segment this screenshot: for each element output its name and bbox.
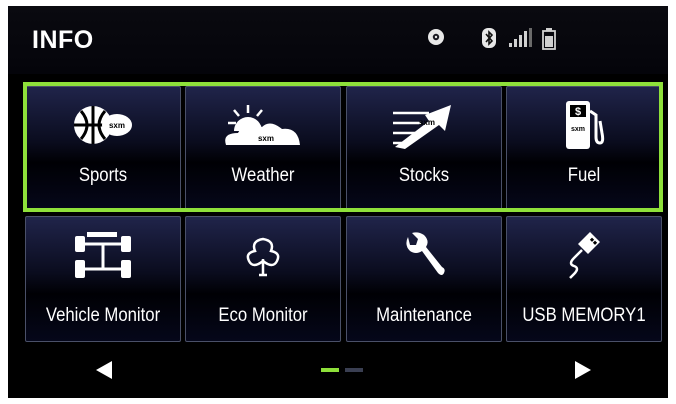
stocks-sxm-icon: sxm [347,93,501,157]
header-bar: INFO [8,6,668,74]
next-page-button[interactable] [563,352,603,392]
arrow-left-icon [94,360,114,385]
tile-weather[interactable]: sxm Weather [185,86,341,210]
tile-maintenance[interactable]: Maintenance [346,216,502,342]
tile-stocks[interactable]: sxm Stocks [346,86,502,210]
tile-usb-memory1[interactable]: USB MEMORY1 [506,216,662,342]
tile-eco-monitor[interactable]: Eco Monitor [185,216,341,342]
arrow-right-icon [573,360,593,385]
tile-label-stocks: Stocks [398,165,450,186]
svg-text:sxm: sxm [258,134,274,143]
sports-sxm-icon: sxm [26,93,180,157]
usb-icon [507,223,661,287]
svg-text:sxm: sxm [571,126,585,133]
tile-fuel[interactable]: $ sxm Fuel [506,86,662,210]
tile-label-maintenance: Maintenance [376,305,472,326]
battery-icon [542,28,556,55]
cd-icon [427,28,445,51]
signal-icon [509,28,533,53]
fuel-sxm-icon: $ sxm [507,93,661,157]
tile-label-usb-memory1: USB MEMORY1 [522,305,646,326]
tile-vehicle-monitor[interactable]: Vehicle Monitor [25,216,181,342]
page-title: INFO [32,26,94,54]
bluetooth-icon [482,28,496,53]
tile-label-vehicle-monitor: Vehicle Monitor [45,305,161,326]
maintenance-wrench-icon [347,223,501,287]
tile-label-sports: Sports [78,165,128,186]
info-screen: INFO sxm Sports sxm Weather sxm Stocks $… [8,6,668,398]
svg-text:sxm: sxm [109,121,125,130]
vehicle-monitor-icon [26,223,180,287]
page-indicator-2 [345,368,363,372]
tile-label-weather: Weather [231,165,295,186]
page-indicator-1 [321,368,339,372]
tile-sports[interactable]: sxm Sports [25,86,181,210]
svg-text:$: $ [575,106,581,118]
weather-sxm-icon: sxm [186,93,340,157]
tile-label-fuel: Fuel [567,165,601,186]
tile-label-eco-monitor: Eco Monitor [218,305,308,326]
prev-page-button[interactable] [84,352,124,392]
svg-text:sxm: sxm [419,118,435,127]
eco-monitor-icon [186,223,340,287]
